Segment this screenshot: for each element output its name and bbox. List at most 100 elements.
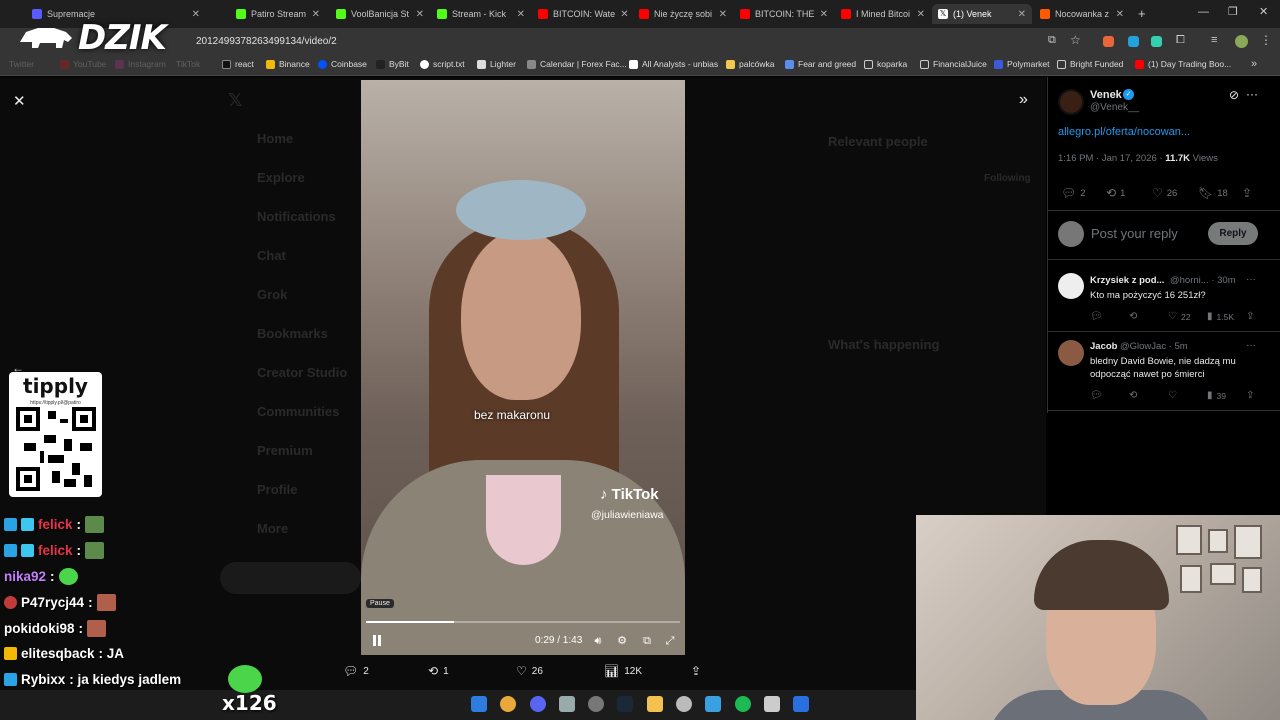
bookmark[interactable]: Fear and greed	[785, 59, 856, 69]
video-progress-bar[interactable]	[366, 621, 680, 623]
browser-tab[interactable]: Patiro Stream ✕	[230, 4, 326, 24]
comment-author[interactable]: Jacob	[1090, 341, 1117, 352]
nav-grok[interactable]: Grok	[257, 287, 287, 302]
bookmark[interactable]: (1) Day Trading Boo...	[1135, 59, 1231, 69]
bookmark[interactable]: Polymarket	[994, 59, 1050, 69]
browser-tab[interactable]: Nie życzę sobi ✕	[633, 4, 733, 24]
start-icon[interactable]	[471, 696, 487, 712]
comment-reply[interactable]: 💬︎	[1090, 311, 1103, 322]
app-icon[interactable]	[559, 696, 575, 712]
video-player[interactable]	[361, 80, 685, 655]
nav-explore[interactable]: Explore	[257, 170, 305, 185]
comment-views[interactable]: ▮ 1.5K	[1207, 311, 1234, 322]
post-reposts[interactable]: ⟲ 1	[1106, 186, 1125, 200]
post-share[interactable]: ⇪	[1242, 186, 1252, 200]
close-window-icon[interactable]: ✕	[1259, 5, 1268, 18]
tab-close-icon[interactable]: ✕	[620, 9, 628, 20]
reply-input[interactable]: Post your reply	[1091, 226, 1178, 241]
like-action[interactable]: ♡ 26	[516, 664, 543, 678]
new-tab-icon[interactable]: +	[1138, 6, 1146, 21]
bookmark[interactable]: palcówka	[726, 59, 774, 69]
browser-tab[interactable]: Nocowanka z ✕	[1034, 4, 1130, 24]
nav-creator-studio[interactable]: Creator Studio	[257, 365, 347, 380]
comment-like[interactable]: ♡ 22	[1168, 311, 1190, 322]
browser-tab[interactable]: BITCOIN: THE ✕	[734, 4, 834, 24]
nav-home[interactable]: Home	[257, 131, 293, 146]
nav-communities[interactable]: Communities	[257, 404, 339, 419]
comment-repost[interactable]: ⟲	[1129, 311, 1137, 322]
bookmark-folder[interactable]: koparka	[864, 59, 907, 69]
tab-close-icon[interactable]: ✕	[719, 9, 727, 20]
comment-like[interactable]: ♡	[1168, 390, 1177, 401]
post-link[interactable]: allegro.pl/oferta/nocowan...	[1058, 126, 1190, 138]
post-likes[interactable]: ♡ 26	[1152, 186, 1177, 200]
settings-icon[interactable]: ⚙	[615, 634, 629, 648]
comment-author[interactable]: Krzysiek z pod...	[1090, 275, 1164, 286]
bookmark[interactable]: YouTube	[60, 59, 106, 69]
bookmark[interactable]: script.txt	[420, 59, 465, 69]
more-options-icon[interactable]: ···	[1246, 87, 1258, 101]
maximize-icon[interactable]: ❐	[1228, 5, 1238, 18]
reply-action[interactable]: 💬︎ 2	[343, 664, 369, 678]
more-options-icon[interactable]: ···	[1246, 340, 1256, 351]
comment-avatar[interactable]	[1058, 273, 1084, 299]
spotify-icon[interactable]	[735, 696, 751, 712]
bookmark[interactable]: Instagram	[115, 59, 166, 69]
browser-tab[interactable]: Stream - Kick ✕	[431, 4, 531, 24]
grok-icon[interactable]: ⊘	[1229, 88, 1239, 102]
bookmarks-overflow-icon[interactable]: »	[1251, 58, 1257, 70]
app-icon[interactable]	[588, 696, 604, 712]
author-handle[interactable]: @Venek__	[1090, 102, 1139, 113]
tab-close-icon[interactable]: ✕	[192, 9, 200, 20]
bookmark[interactable]: TikTok	[176, 59, 200, 69]
bookmark[interactable]: Binance	[266, 59, 310, 69]
author-name[interactable]: Venek	[1090, 89, 1122, 101]
profile-avatar[interactable]	[1235, 35, 1248, 48]
browser-tab[interactable]: VoolBanicja St ✕	[330, 4, 430, 24]
cast-icon[interactable]: ⧉	[1048, 34, 1056, 47]
comment-share[interactable]: ⇪	[1246, 390, 1254, 401]
app-icon[interactable]	[793, 696, 809, 712]
bookmark[interactable]: Lighter	[477, 59, 516, 69]
folder-icon[interactable]	[647, 696, 663, 712]
menu-icon[interactable]: ⋮	[1260, 33, 1272, 47]
nav-chat[interactable]: Chat	[257, 248, 286, 263]
post-bookmarks[interactable]: 🔖︎ 18	[1198, 186, 1228, 200]
views-action[interactable]: 📊︎ 12K	[604, 664, 642, 678]
following-button[interactable]: Following	[984, 173, 1031, 184]
extension-icon[interactable]	[1151, 36, 1162, 47]
picture-in-picture-icon[interactable]: ⧉	[640, 634, 654, 648]
nav-bookmarks[interactable]: Bookmarks	[257, 326, 328, 341]
app-icon[interactable]	[705, 696, 721, 712]
app-icon[interactable]	[764, 696, 780, 712]
bookmark[interactable]: Calendar | Forex Fac...	[527, 59, 627, 69]
browser-tab[interactable]: I Mined Bitcoi ✕	[835, 4, 931, 24]
tab-close-icon[interactable]: ✕	[1116, 9, 1124, 20]
app-icon[interactable]	[676, 696, 692, 712]
repost-action[interactable]: ⟲ 1	[428, 664, 449, 678]
pause-button[interactable]	[370, 634, 384, 648]
bookmark[interactable]: All Analysts - unbias	[629, 59, 718, 69]
star-icon[interactable]: ☆	[1070, 33, 1081, 47]
steam-icon[interactable]	[617, 696, 633, 712]
nav-notifications[interactable]: Notifications	[257, 209, 336, 224]
reply-button[interactable]: Reply	[1208, 222, 1258, 245]
volume-icon[interactable]: 🔊︎	[591, 634, 605, 648]
discord-icon[interactable]	[530, 696, 546, 712]
browser-tab[interactable]: BITCOIN: Wate ✕	[532, 4, 632, 24]
tab-close-icon[interactable]: ✕	[517, 9, 525, 20]
expand-panel-icon[interactable]: »	[1019, 91, 1028, 109]
extension-icon[interactable]	[1103, 36, 1114, 47]
post-replies[interactable]: 💬︎ 2	[1061, 186, 1086, 200]
fullscreen-icon[interactable]: ⤢	[663, 634, 677, 648]
tab-close-icon[interactable]: ✕	[917, 9, 925, 20]
more-options-icon[interactable]: ···	[1246, 274, 1256, 285]
author-avatar[interactable]	[1058, 89, 1084, 115]
nav-premium[interactable]: Premium	[257, 443, 313, 458]
url-field[interactable]: 2012499378263499134/video/2	[196, 36, 337, 47]
comment-avatar[interactable]	[1058, 340, 1084, 366]
bookmark-folder[interactable]: Bright Funded	[1057, 59, 1123, 69]
chrome-icon[interactable]	[500, 696, 516, 712]
browser-tab-active[interactable]: 𝕏 (1) Venek ✕	[932, 4, 1032, 24]
tab-close-icon[interactable]: ✕	[312, 9, 320, 20]
